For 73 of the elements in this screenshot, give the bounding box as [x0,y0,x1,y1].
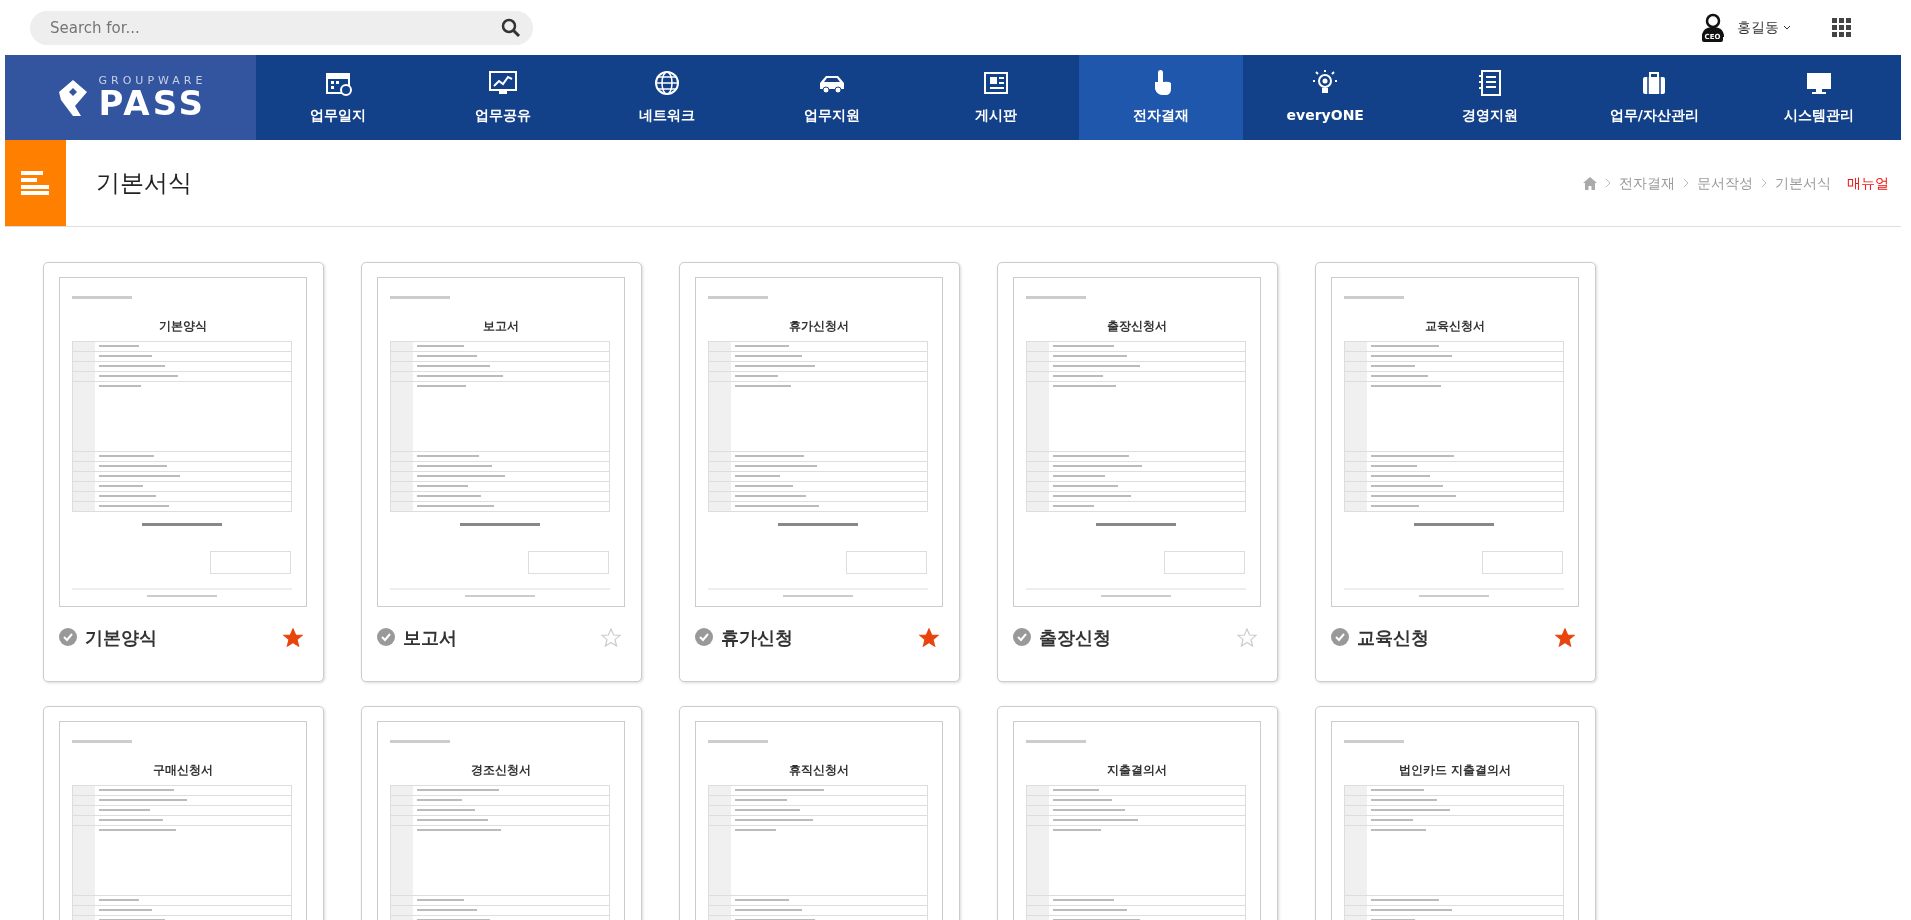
form-card[interactable]: 보고서 보고서 [361,262,642,682]
menu-toggle-button[interactable] [5,140,66,226]
form-card[interactable]: 교육신청서 교육신청 [1315,262,1596,682]
nav-tab[interactable]: 경영지원 [1407,55,1572,140]
form-card[interactable]: 지출결의서 [997,706,1278,920]
header-text-line [1026,295,1086,299]
nav-tab[interactable]: 업무일지 [256,55,421,140]
chevron-icon [1761,178,1767,188]
nav-tab[interactable]: 업무공유 [420,55,585,140]
logo-tagline: GROUPWARE [98,75,207,86]
chevron-icon [1683,178,1689,188]
menu-icon [20,171,51,195]
preview-title: 구매신청서 [152,762,214,779]
check-circle-icon [59,628,77,646]
page-title: 기본서식 [96,168,192,198]
form-title: 출장신청 [1039,625,1111,650]
nav-tab[interactable]: 업무/자산관리 [1572,55,1737,140]
nav-tab[interactable]: everyONE [1243,55,1408,140]
check-circle-icon [1013,628,1031,646]
caret-icon [1783,25,1791,31]
header-text-line [1026,739,1086,743]
nav-tab[interactable]: 전자결재 [1078,55,1243,140]
preview-title: 휴직신청서 [788,762,850,779]
form-title: 보고서 [403,625,457,650]
star-icon[interactable] [601,627,621,647]
form-card[interactable]: 구매신청서 [43,706,324,920]
form-title: 기본양식 [85,625,157,650]
star-icon[interactable] [283,627,303,647]
form-card[interactable]: 출장신청서 출장신청 [997,262,1278,682]
header-text-line [1344,739,1404,743]
form-card[interactable]: 법인카드 지출결의서 [1315,706,1596,920]
preview-title: 교육신청서 [1424,318,1486,335]
apps-grid-icon[interactable] [1832,18,1851,37]
home-icon[interactable] [1583,176,1597,190]
form-card[interactable]: 경조신청서 [361,706,642,920]
header-text-line [72,739,132,743]
form-title: 교육신청 [1357,625,1429,650]
header-text-line [72,295,132,299]
chart-monitor-icon [488,69,517,97]
form-card[interactable]: 휴직신청서 [679,706,960,920]
header-text-line [1344,295,1404,299]
search-field[interactable]: Search for... [30,10,533,45]
check-circle-icon [695,628,713,646]
nav-tab[interactable]: 업무지원 [749,55,914,140]
preview-title: 법인카드 지출결의서 [1397,762,1513,779]
form-title: 휴가신청 [721,625,793,650]
header-text-line [708,295,768,299]
header-text-line [708,739,768,743]
newspaper-icon [982,69,1011,97]
form-card[interactable]: 휴가신청서 휴가신청 [679,262,960,682]
search-icon[interactable] [501,17,521,38]
nav-tab[interactable]: 시스템관리 [1736,55,1901,140]
globe-icon [653,69,682,97]
form-card[interactable]: 기본양식 기본양식 [43,262,324,682]
preview-title: 기본양식 [158,318,208,335]
user-menu[interactable]: 홍길동 [1735,16,1792,39]
star-icon[interactable] [1237,627,1257,647]
manual-link[interactable]: 매뉴얼 [1847,172,1889,194]
preview-title: 휴가신청서 [788,318,850,335]
chevron-icon [1605,178,1611,188]
check-circle-icon [377,628,395,646]
star-icon[interactable] [919,627,939,647]
header-text-line [390,739,450,743]
preview-title: 출장신청서 [1106,318,1168,335]
header-text-line [390,295,450,299]
star-icon[interactable] [1555,627,1575,647]
logo-text: PASS [98,86,207,120]
nav-tab[interactable]: 게시판 [914,55,1079,140]
check-circle-icon [1331,628,1349,646]
preview-title: 경조신청서 [470,762,532,779]
preview-title: 보고서 [482,318,520,335]
preview-title: 지출결의서 [1106,762,1168,779]
nav-tab[interactable]: 네트워크 [585,55,750,140]
